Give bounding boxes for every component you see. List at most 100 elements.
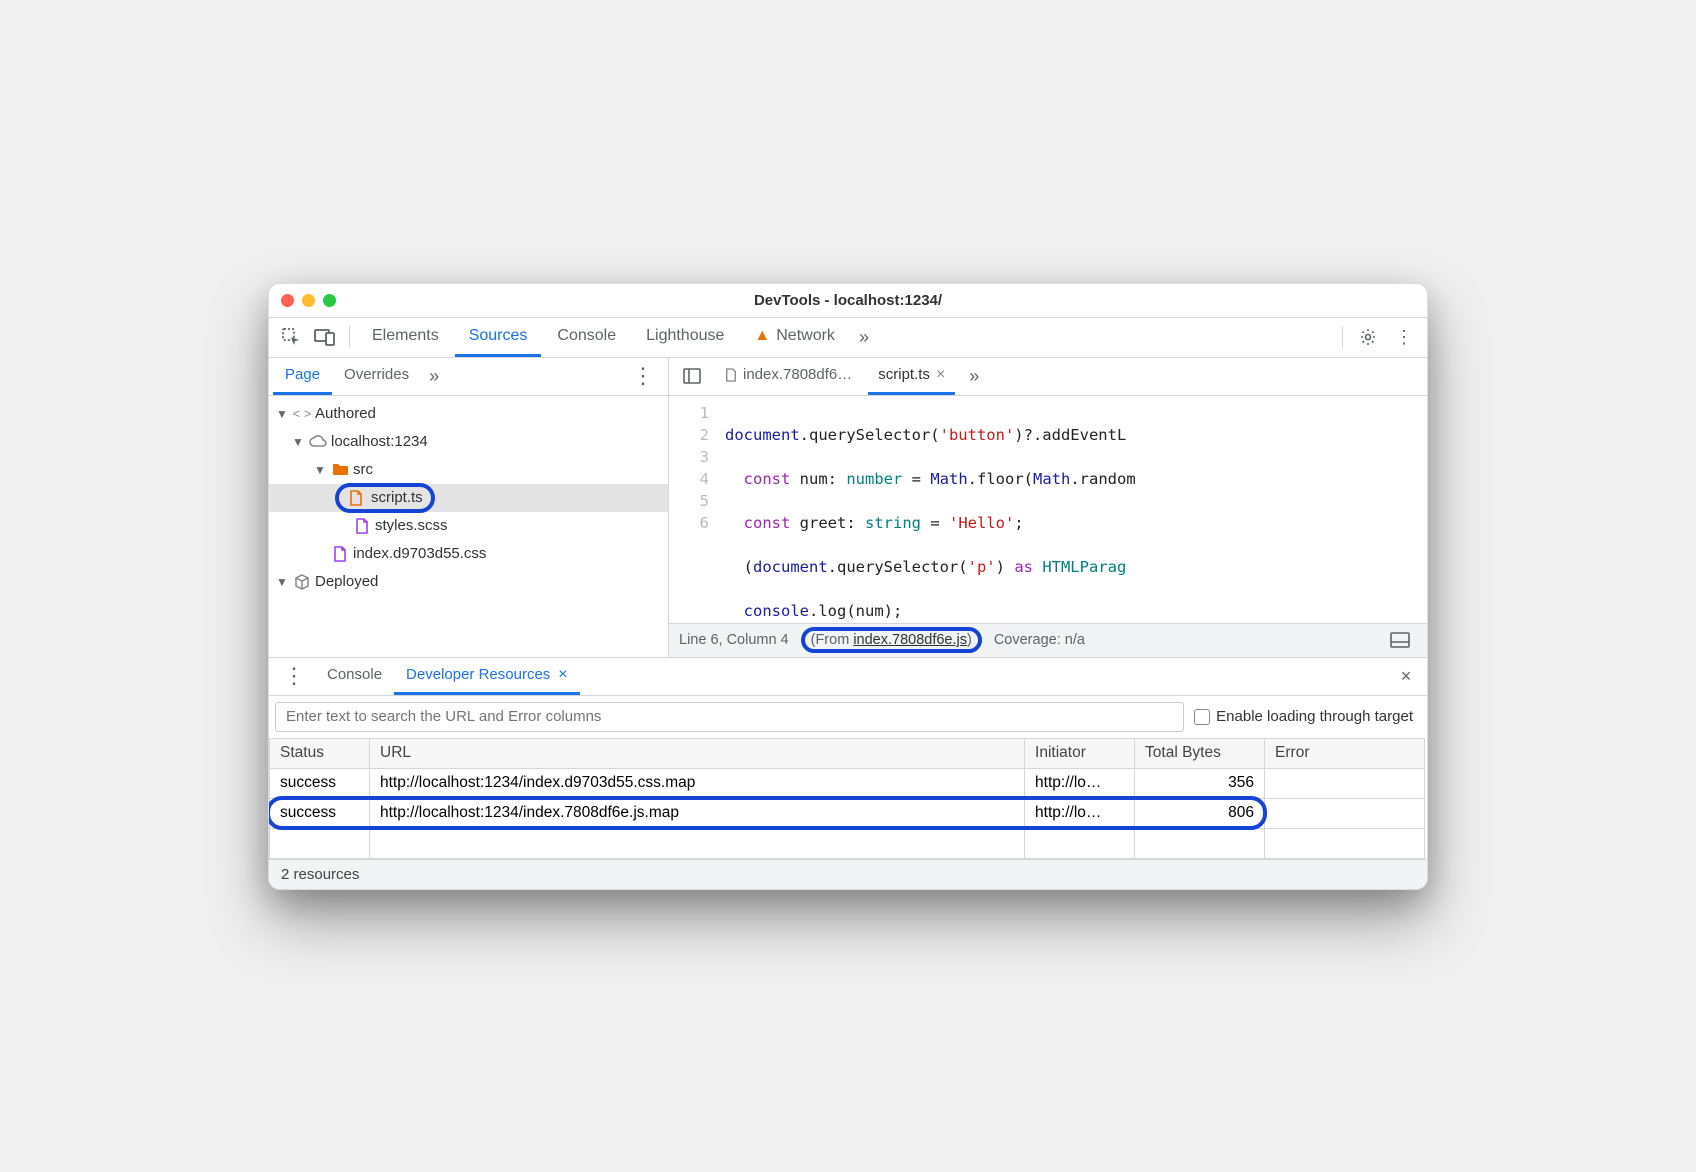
close-drawer-icon[interactable]: × — [1389, 659, 1423, 693]
device-toolbar-icon[interactable] — [309, 321, 341, 353]
tab-label: Lighthouse — [646, 327, 724, 345]
cell-url: http://localhost:1234/index.d9703d55.css… — [370, 768, 1025, 798]
drawer-tab-developer-resources[interactable]: Developer Resources × — [394, 658, 580, 695]
close-tab-icon[interactable]: × — [936, 366, 945, 384]
col-initiator[interactable]: Initiator — [1025, 738, 1135, 768]
tab-elements[interactable]: Elements — [358, 318, 453, 357]
line-number: 5 — [669, 490, 709, 512]
file-icon — [347, 489, 365, 507]
cursor-position: Line 6, Column 4 — [679, 632, 789, 648]
tree-folder-src[interactable]: ▼ src — [269, 456, 668, 484]
cell-url: http://localhost:1234/index.7808df6e.js.… — [370, 798, 1025, 828]
code-content: document.querySelector('button')?.addEve… — [719, 396, 1427, 623]
editor-tab-script-ts[interactable]: script.ts × — [868, 358, 955, 395]
cell-initiator: http://lo… — [1025, 798, 1135, 828]
line-gutter: 1 2 3 4 5 6 — [669, 396, 719, 623]
tab-lighthouse[interactable]: Lighthouse — [632, 318, 738, 357]
main-tab-strip: Elements Sources Console Lighthouse ▲ Ne… — [269, 318, 1427, 358]
drawer-tabs: ⋮ Console Developer Resources × × — [269, 658, 1427, 696]
tree-label: index.d9703d55.css — [353, 545, 486, 562]
line-number: 4 — [669, 468, 709, 490]
window-title: DevTools - localhost:1234/ — [269, 292, 1427, 309]
tab-label: Page — [285, 366, 320, 383]
toggle-detail-pane-icon[interactable] — [1383, 623, 1417, 657]
table-row-highlighted[interactable]: success http://localhost:1234/index.7808… — [270, 798, 1427, 828]
settings-gear-icon[interactable] — [1351, 320, 1385, 354]
maximize-window-icon[interactable] — [323, 294, 336, 307]
tab-page[interactable]: Page — [273, 358, 332, 395]
drawer-kebab-icon[interactable]: ⋮ — [273, 663, 315, 689]
checkbox-icon — [1194, 709, 1210, 725]
toggle-navigator-icon[interactable] — [675, 359, 709, 393]
tab-overrides[interactable]: Overrides — [332, 358, 421, 395]
col-status[interactable]: Status — [270, 738, 370, 768]
tab-console[interactable]: Console — [543, 318, 630, 357]
navigator-kebab-icon[interactable]: ⋮ — [622, 363, 664, 389]
editor-tabs: index.7808df6… script.ts × » — [669, 358, 1427, 396]
close-tab-icon[interactable]: × — [550, 666, 567, 684]
navigator-tabs: Page Overrides » ⋮ — [269, 358, 668, 396]
col-total-bytes[interactable]: Total Bytes — [1135, 738, 1265, 768]
drawer-tab-console[interactable]: Console — [315, 658, 394, 695]
chevron-down-icon: ▼ — [313, 463, 327, 477]
sourcemap-origin-highlight: (From index.7808df6e.js) — [801, 627, 982, 653]
tree-label: src — [353, 461, 373, 478]
tree-label: Deployed — [315, 573, 378, 590]
chevron-down-icon: ▼ — [275, 407, 289, 421]
editor-tab-label: index.7808df6… — [743, 366, 852, 383]
toggle-label: Enable loading through target — [1216, 708, 1413, 725]
col-error[interactable]: Error — [1265, 738, 1425, 768]
file-tree: ▼ < > Authored ▼ localhost:1234 ▼ src — [269, 396, 668, 657]
cell-error — [1265, 768, 1425, 798]
resources-footer: 2 resources — [269, 859, 1427, 889]
tree-group-authored[interactable]: ▼ < > Authored — [269, 400, 668, 428]
divider — [1342, 326, 1343, 348]
resource-count: 2 resources — [281, 866, 359, 883]
sourcemap-origin-link[interactable]: index.7808df6e.js — [853, 632, 967, 648]
code-icon: < > — [293, 405, 311, 423]
code-editor[interactable]: 1 2 3 4 5 6 document.querySelector('butt… — [669, 396, 1427, 623]
deployed-box-icon — [293, 573, 311, 591]
line-number: 3 — [669, 446, 709, 468]
devtools-window: DevTools - localhost:1234/ Elements Sour… — [268, 283, 1428, 890]
more-editor-tabs-icon[interactable]: » — [961, 366, 987, 387]
kebab-menu-icon[interactable]: ⋮ — [1387, 320, 1421, 354]
tab-label: Console — [327, 666, 382, 683]
cell-status: success — [270, 768, 370, 798]
more-tabs-chevron-icon[interactable]: » — [851, 327, 877, 348]
editor-tab-index-js[interactable]: index.7808df6… — [715, 358, 862, 395]
tree-host[interactable]: ▼ localhost:1234 — [269, 428, 668, 456]
close-window-icon[interactable] — [281, 294, 294, 307]
highlight-ring: script.ts — [335, 483, 435, 513]
cell-initiator: http://lo… — [1025, 768, 1135, 798]
tree-file-index-css[interactable]: index.d9703d55.css — [269, 540, 668, 568]
tab-label: Overrides — [344, 366, 409, 383]
drawer: ⋮ Console Developer Resources × × Enable… — [269, 658, 1427, 889]
col-url[interactable]: URL — [370, 738, 1025, 768]
minimize-window-icon[interactable] — [302, 294, 315, 307]
tab-network[interactable]: ▲ Network — [740, 318, 849, 357]
tree-file-script-ts[interactable]: script.ts — [269, 484, 668, 512]
tree-label: Authored — [315, 405, 376, 422]
enable-loading-toggle[interactable]: Enable loading through target — [1194, 708, 1421, 725]
tree-file-styles-scss[interactable]: styles.scss — [269, 512, 668, 540]
more-navigator-tabs-icon[interactable]: » — [421, 366, 447, 387]
tab-label: Sources — [469, 327, 528, 345]
tree-label: styles.scss — [375, 517, 448, 534]
tree-group-deployed[interactable]: ▼ Deployed — [269, 568, 668, 596]
cell-status: success — [270, 798, 370, 828]
search-input[interactable] — [275, 702, 1184, 732]
resources-table: Status URL Initiator Total Bytes Error s… — [269, 738, 1427, 859]
navigator-pane: Page Overrides » ⋮ ▼ < > Authored ▼ loca… — [269, 358, 669, 657]
coverage-status: Coverage: n/a — [994, 632, 1085, 648]
tree-label: script.ts — [371, 489, 423, 506]
file-icon — [331, 545, 349, 563]
inspect-element-icon[interactable] — [275, 321, 307, 353]
table-row[interactable]: success http://localhost:1234/index.d970… — [270, 768, 1427, 798]
table-row-empty — [270, 828, 1427, 858]
workspace: Page Overrides » ⋮ ▼ < > Authored ▼ loca… — [269, 358, 1427, 658]
cloud-icon — [309, 433, 327, 451]
tab-label: Developer Resources — [406, 666, 550, 683]
tab-sources[interactable]: Sources — [455, 318, 542, 357]
cell-bytes: 806 — [1135, 798, 1265, 828]
